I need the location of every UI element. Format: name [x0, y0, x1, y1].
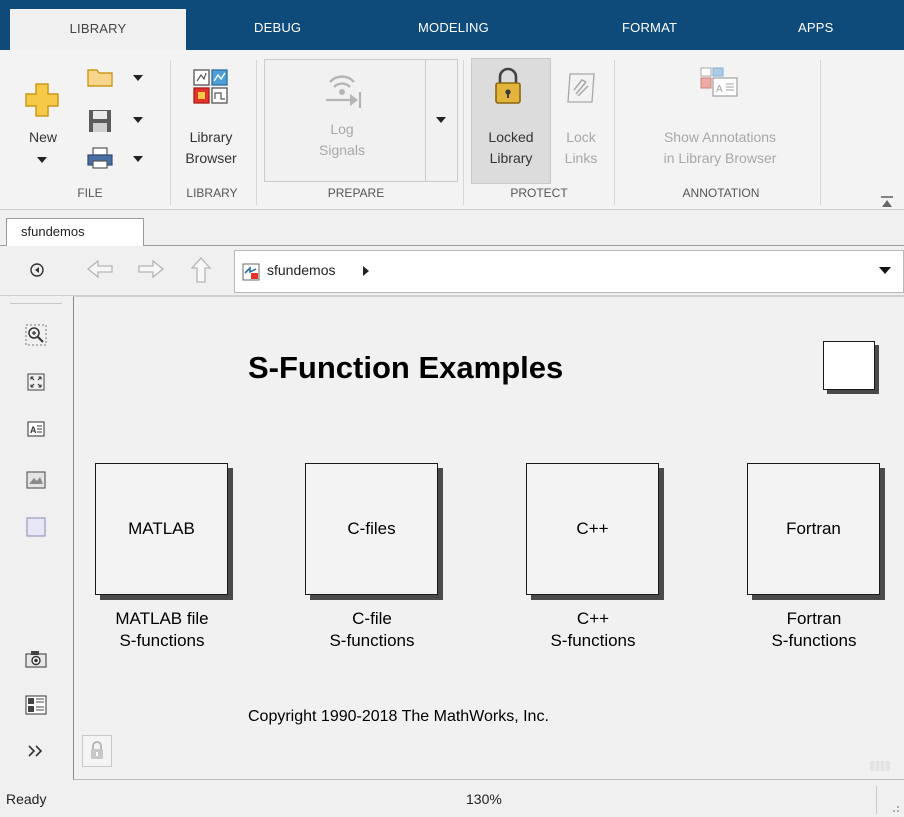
area-tool-icon[interactable]	[26, 517, 46, 537]
status-separator	[876, 786, 877, 814]
show-annotations-line1: Show Annotations	[663, 129, 777, 145]
camera-icon[interactable]	[25, 650, 47, 668]
fit-to-view-icon[interactable]	[27, 373, 45, 391]
tab-library[interactable]: LIBRARY	[10, 9, 186, 50]
new-dropdown-arrow[interactable]	[37, 157, 47, 163]
resize-grip-icon[interactable]	[890, 803, 900, 813]
log-signals-line1: Log	[330, 121, 354, 137]
zoom-icon[interactable]	[25, 324, 47, 346]
tab-debug[interactable]: DEBUG	[254, 0, 301, 50]
svg-text:A: A	[716, 84, 723, 95]
toolstrip-tabbar: LIBRARY DEBUG MODELING FORMAT APPS	[0, 0, 904, 50]
lock-links-line2: Links	[564, 150, 598, 166]
new-button-label[interactable]: New	[22, 127, 64, 148]
open-folder-icon[interactable]	[86, 66, 114, 88]
log-signals-dropdown-arrow[interactable]	[436, 117, 446, 123]
c-files-block[interactable]: C-files	[305, 463, 438, 595]
locked-library-line2: Library	[489, 150, 533, 166]
scroll-indicator-icon	[870, 761, 890, 771]
ribbon-separator	[256, 60, 257, 205]
caption-line1: C-file	[352, 609, 392, 628]
caption-line2: S-functions	[550, 631, 636, 650]
new-plus-icon[interactable]	[24, 82, 60, 118]
image-tool-icon[interactable]	[26, 471, 46, 489]
matlab-block[interactable]: MATLAB	[95, 463, 228, 595]
library-title: S-Function Examples	[248, 350, 564, 385]
hide-explorer-icon[interactable]	[29, 262, 45, 278]
fortran-block-caption: Fortran S-functions	[738, 608, 890, 652]
ribbon-separator	[170, 60, 171, 205]
tab-format[interactable]: FORMAT	[622, 0, 677, 50]
block-label: MATLAB	[128, 519, 195, 538]
status-bar	[0, 781, 904, 817]
print-icon[interactable]	[86, 146, 114, 170]
library-section-label: LIBRARY	[186, 186, 238, 200]
caption-line2: S-functions	[329, 631, 415, 650]
locked-library-label: Locked Library	[473, 127, 549, 169]
prepare-section-label: PREPARE	[327, 186, 385, 200]
library-browser-line1: Library	[189, 129, 233, 145]
log-signals-icon	[326, 75, 362, 108]
forward-arrow-icon[interactable]	[137, 259, 165, 279]
lock-links-line1: Lock	[566, 129, 596, 145]
simulink-model-icon	[242, 263, 260, 281]
block-label: C++	[576, 519, 609, 538]
library-browser-line2: Browser	[185, 150, 237, 166]
log-signals-label: Log Signals	[300, 119, 384, 161]
cpp-block-caption: C++ S-functions	[517, 608, 669, 652]
protect-section-label: PROTECT	[510, 186, 568, 200]
caption-line1: MATLAB file	[115, 609, 209, 628]
copyright-text: Copyright 1990-2018 The MathWorks, Inc.	[248, 708, 549, 725]
c-files-block-caption: C-file S-functions	[296, 608, 448, 652]
save-disk-icon[interactable]	[87, 108, 113, 134]
status-state: Ready	[6, 791, 47, 807]
palette-separator	[10, 303, 62, 304]
lock-links-label: Lock Links	[556, 127, 606, 169]
library-browser-icon[interactable]	[191, 67, 231, 107]
open-dropdown-arrow[interactable]	[133, 75, 143, 81]
tab-apps[interactable]: APPS	[798, 0, 833, 50]
fortran-block[interactable]: Fortran	[747, 463, 880, 595]
library-browser-button-label[interactable]: Library Browser	[176, 127, 246, 169]
matlab-block-caption: MATLAB file S-functions	[80, 608, 244, 652]
block-label: Fortran	[786, 519, 841, 538]
ribbon-separator	[820, 60, 821, 205]
cpp-block[interactable]: C++	[526, 463, 659, 595]
collapse-toolstrip-icon[interactable]	[880, 196, 894, 208]
lock-links-icon[interactable]	[566, 72, 596, 104]
caption-line2: S-functions	[119, 631, 205, 650]
ribbon-separator	[614, 60, 615, 205]
caption-line1: C++	[576, 609, 610, 628]
annotation-tool-icon[interactable]: A	[27, 421, 45, 437]
tab-sfundemos[interactable]: sfundemos	[6, 218, 144, 247]
log-signals-line2: Signals	[319, 142, 365, 158]
address-crumb[interactable]: sfundemos	[267, 262, 335, 278]
file-section-label: FILE	[77, 186, 103, 200]
block-label: C-files	[347, 519, 396, 538]
caption-line1: Fortran	[786, 609, 842, 628]
property-inspector-icon[interactable]	[25, 695, 47, 715]
padlock-icon	[495, 67, 521, 104]
show-annotations-line2: in Library Browser	[663, 150, 777, 166]
back-arrow-icon[interactable]	[86, 259, 114, 279]
address-dropdown-icon[interactable]	[878, 266, 892, 275]
expand-palette-icon[interactable]	[27, 744, 45, 758]
save-dropdown-arrow[interactable]	[133, 117, 143, 123]
annotation-section-label: ANNOTATION	[682, 186, 760, 200]
print-dropdown-arrow[interactable]	[133, 156, 143, 162]
svg-text:A: A	[30, 425, 37, 435]
annotation-area-block[interactable]	[823, 341, 875, 390]
locked-library-line1: Locked	[488, 129, 534, 145]
up-arrow-icon[interactable]	[190, 256, 212, 284]
caption-line2: S-functions	[771, 631, 857, 650]
show-annotations-label: Show Annotations in Library Browser	[622, 127, 818, 169]
lock-icon	[91, 741, 103, 759]
crumb-chevron-icon[interactable]	[361, 265, 371, 277]
show-annotations-icon: A	[700, 67, 738, 97]
ribbon-separator	[463, 60, 464, 205]
status-zoom[interactable]: 130%	[466, 791, 502, 807]
tab-modeling[interactable]: MODELING	[418, 0, 489, 50]
